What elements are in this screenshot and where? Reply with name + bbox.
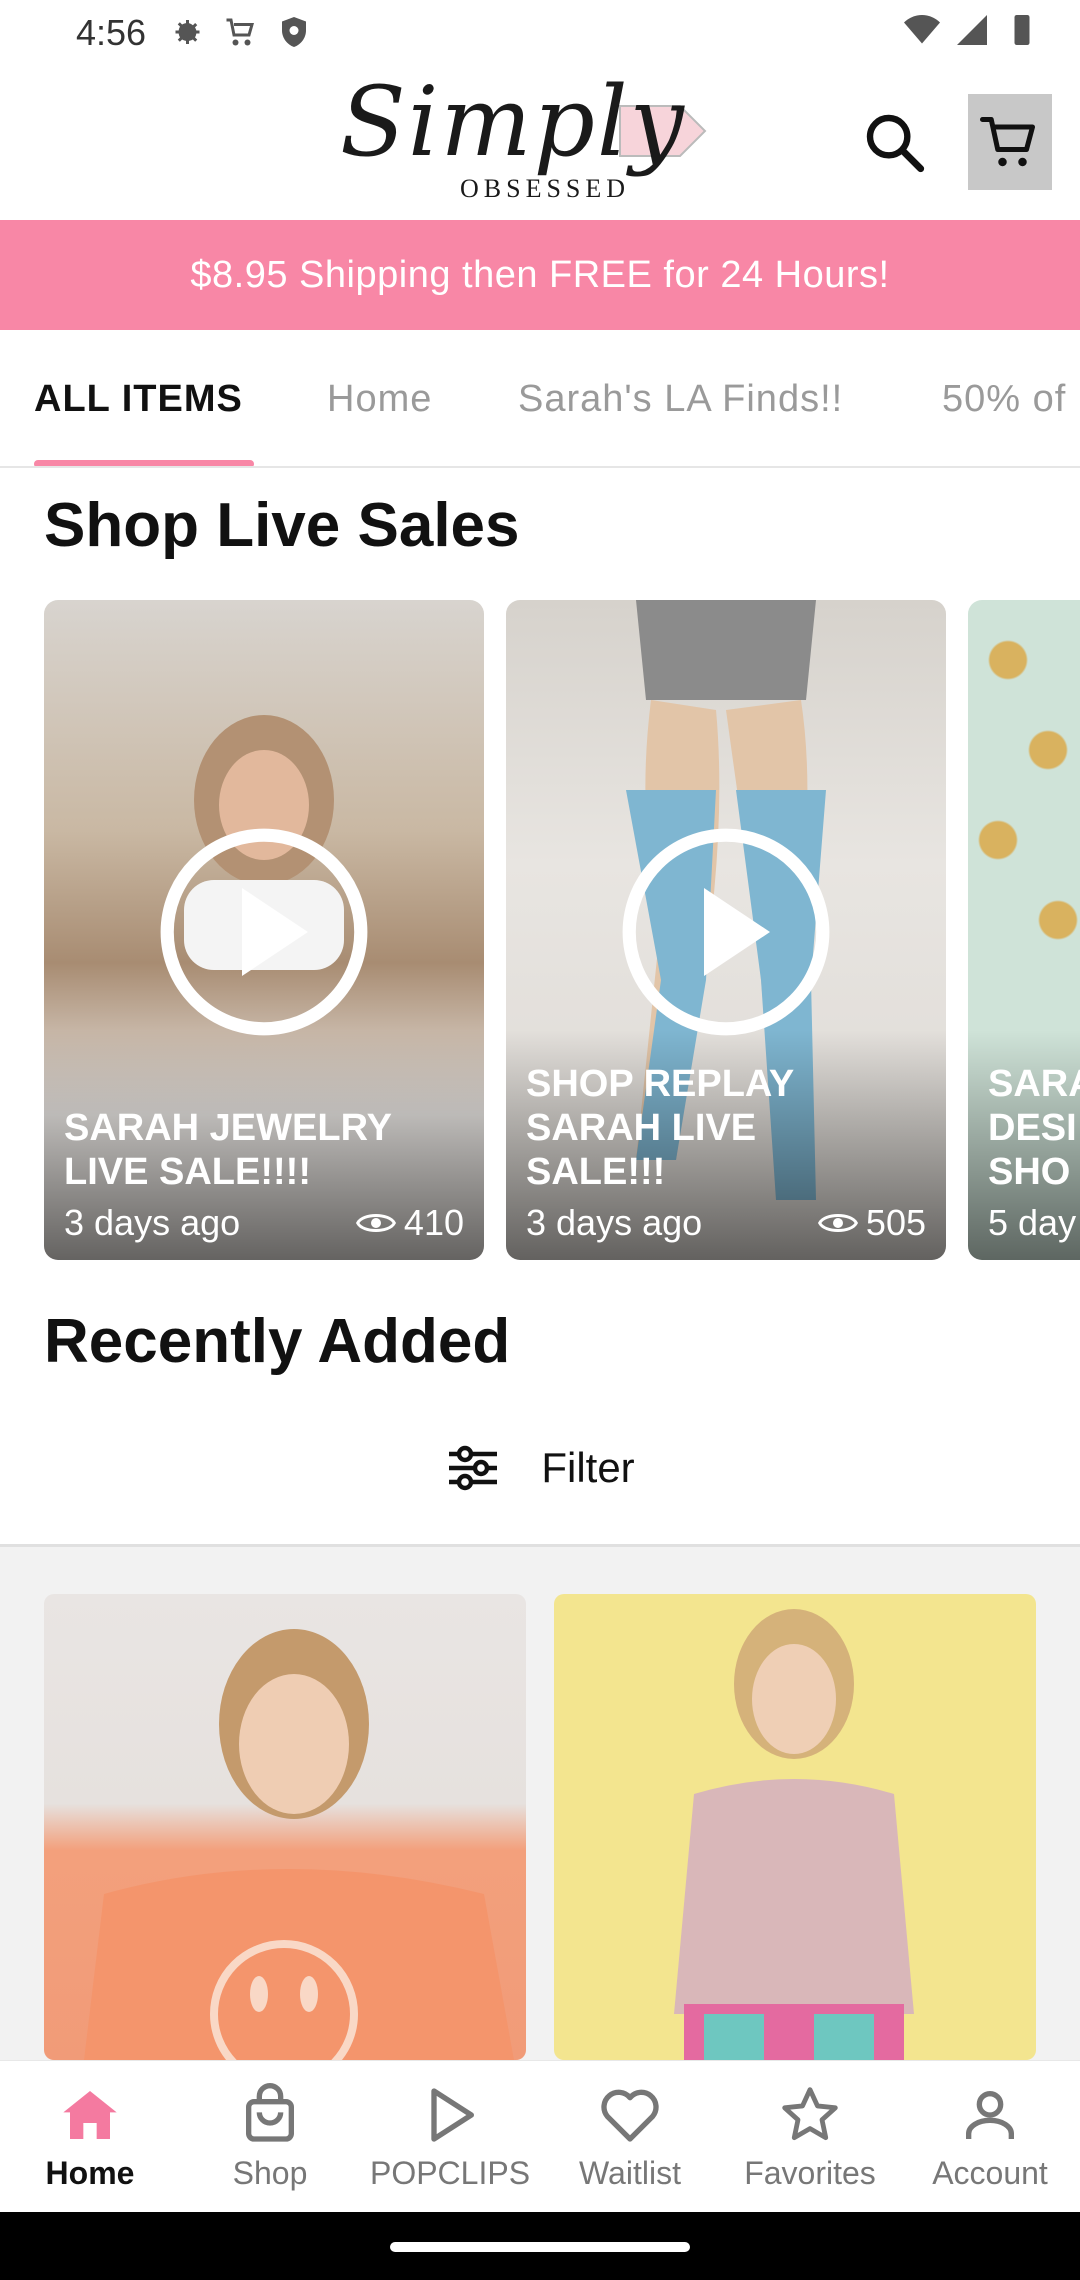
logo-script: Simply [340, 66, 686, 178]
live-card-shop-replay[interactable]: SHOP REPLAY SARAH LIVE SALE!!! 3 days ag… [506, 600, 946, 1260]
shopping-bag-icon [246, 2083, 294, 2142]
product-image [674, 1609, 914, 2060]
product-card[interactable] [554, 1594, 1036, 2060]
bottom-navigation: Home Shop POPCLIPS Waitlist Favorites Ac… [0, 2060, 1080, 2212]
home-gesture-pill[interactable] [390, 2242, 690, 2252]
recently-added-title: Recently Added [44, 1307, 511, 1376]
promo-banner[interactable]: $8.95 Shipping then FREE for 24 Hours! [0, 220, 1080, 330]
title-line: SHO [988, 1151, 1071, 1193]
play-icon [431, 2088, 474, 2142]
nav-label: Favorites [744, 2155, 876, 2191]
view-count-value: 410 [403, 1202, 464, 1243]
time-ago: 3 days ago [526, 1202, 703, 1243]
time-ago: 3 days ago [64, 1202, 241, 1243]
title-line: SALE!!! [526, 1151, 666, 1193]
title-line: SARA [988, 1063, 1080, 1105]
nav-favorites[interactable]: Favorites [720, 2061, 900, 2213]
star-icon [782, 2087, 838, 2141]
view-count: 410 [355, 1202, 464, 1244]
shield-icon [282, 17, 306, 47]
tab-50-off[interactable]: 50% of [942, 378, 1066, 421]
nav-popclips[interactable]: POPCLIPS [360, 2061, 540, 2213]
account-icon [966, 2091, 1014, 2139]
title-line: SARAH LIVE [526, 1107, 757, 1149]
filter-button[interactable]: Filter [0, 1420, 1080, 1516]
tab-all-items[interactable]: ALL ITEMS [34, 378, 243, 421]
product-card[interactable] [44, 1594, 526, 2060]
nav-label: Shop [232, 2155, 308, 2191]
cart-notification-icon [226, 18, 254, 46]
tab-sarahs-la-finds[interactable]: Sarah's LA Finds!! [518, 378, 843, 421]
nav-account[interactable]: Account [900, 2061, 1080, 2213]
live-card-meta: 5 day [988, 1202, 1080, 1246]
search-icon[interactable] [862, 110, 926, 174]
view-count-value: 505 [865, 1202, 926, 1243]
active-tab-indicator [34, 460, 254, 466]
nav-label: Account [932, 2155, 1048, 2191]
play-icon[interactable] [616, 822, 836, 1042]
filter-sliders-icon [449, 1445, 498, 1491]
time-ago: 5 day [988, 1202, 1077, 1243]
live-card-title: SARA DESI SHO [988, 1062, 1080, 1194]
eye-icon [817, 1214, 858, 1232]
shop-live-sales-title: Shop Live Sales [44, 491, 520, 560]
header: Simply OBSESSED [0, 66, 1080, 220]
play-icon[interactable] [154, 822, 374, 1042]
title-line: SHOP REPLAY [526, 1063, 795, 1105]
status-bar: 4:56 [0, 0, 1080, 66]
nav-label: Waitlist [579, 2155, 681, 2191]
logo-sub: OBSESSED [460, 174, 631, 203]
live-sales-carousel[interactable]: SARAH JEWELRY LIVE SALE!!!! 3 days ago 4… [0, 600, 1080, 1262]
nav-waitlist[interactable]: Waitlist [540, 2061, 720, 2213]
tab-home[interactable]: Home [327, 378, 432, 421]
live-card-meta: 3 days ago 410 [64, 1202, 464, 1246]
nav-home[interactable]: Home [0, 2061, 180, 2213]
title-line: DESI [988, 1107, 1077, 1149]
home-icon [63, 2091, 117, 2139]
signal-icon [957, 15, 987, 45]
logo[interactable]: Simply OBSESSED [340, 66, 730, 220]
status-icons-right [904, 12, 1040, 48]
view-count: 505 [817, 1202, 926, 1244]
live-card-title: SHOP REPLAY SARAH LIVE SALE!!! [526, 1062, 926, 1194]
cart-icon [980, 117, 1035, 167]
status-time: 4:56 [76, 12, 147, 53]
live-card-meta: 3 days ago 505 [526, 1202, 926, 1246]
nav-shop[interactable]: Shop [180, 2061, 360, 2213]
system-gesture-bar [0, 2212, 1080, 2280]
status-icons-left [168, 14, 312, 50]
live-card-sarah-designer[interactable]: SARA DESI SHO 5 day [968, 600, 1080, 1260]
heart-icon [601, 2089, 659, 2142]
title-line: SARAH JEWELRY [64, 1107, 392, 1149]
wifi-icon [904, 15, 940, 44]
live-card-sarah-jewelry[interactable]: SARAH JEWELRY LIVE SALE!!!! 3 days ago 4… [44, 600, 484, 1260]
eye-icon [355, 1214, 396, 1232]
category-tabs: ALL ITEMS Home Sarah's LA Finds!! 50% of [0, 330, 1080, 468]
title-line: LIVE SALE!!!! [64, 1151, 311, 1193]
cart-button[interactable] [968, 94, 1052, 190]
nav-label: Home [45, 2155, 135, 2191]
nav-label: POPCLIPS [369, 2155, 531, 2191]
settings-icon [175, 20, 200, 44]
battery-icon [1014, 15, 1030, 45]
live-card-title: SARAH JEWELRY LIVE SALE!!!! [64, 1106, 464, 1194]
product-image [84, 1629, 514, 2060]
promo-text: $8.95 Shipping then FREE for 24 Hours! [190, 253, 890, 296]
filter-label: Filter [541, 1444, 635, 1491]
